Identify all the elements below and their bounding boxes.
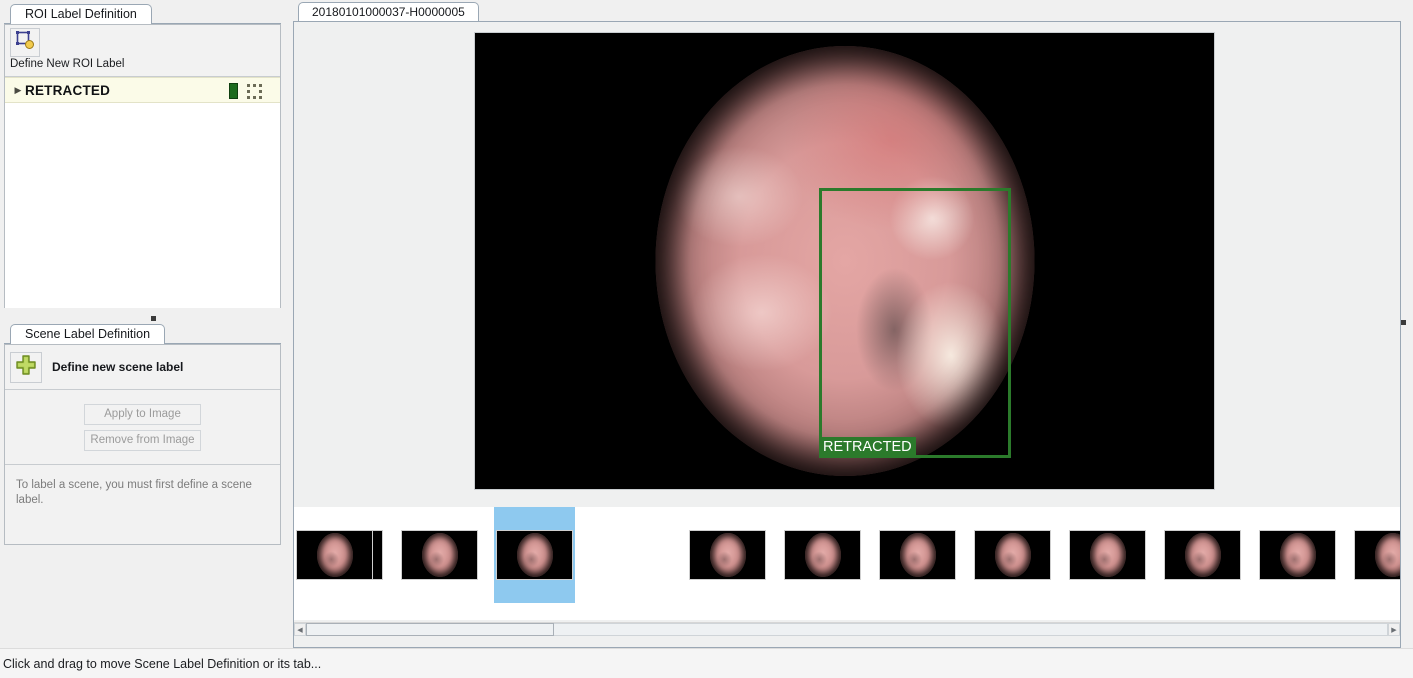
thumbnail-item[interactable] [1162,507,1243,603]
otoscope-thumb-disc [804,533,841,577]
define-new-scene-label-caption: Define new scene label [52,360,184,374]
roi-rectangle-add-icon [15,30,35,55]
tab-scene-label-definition[interactable]: Scene Label Definition [10,324,166,344]
right-splitter-grip[interactable] [1401,320,1406,325]
remove-from-image-button[interactable]: Remove from Image [84,429,201,451]
label-color-swatch[interactable] [229,83,238,99]
otoscope-thumb-disc [316,533,353,577]
image-labeler-window: ROI Label Definition Define New ROI Labe… [0,0,1413,678]
otoscope-thumb-disc [1089,533,1126,577]
thumbnail-image [1354,530,1400,580]
otoscope-thumb-disc [899,533,936,577]
otoscope-thumb-disc [994,533,1031,577]
define-new-roi-label-button[interactable] [10,28,40,57]
left-dock-column: ROI Label Definition Define New ROI Labe… [0,0,289,648]
roi-toolbar: Define New ROI Label [5,25,280,77]
document-tabstrip: 20180101000037-H0000005 [293,0,1401,22]
thumbnail-image [784,530,861,580]
document-body: RETRACTED ◀ ▶ [293,21,1401,648]
roi-label-list: ▶ RETRACTED [5,77,280,308]
thumbnail-image [401,530,478,580]
thumbnail-image [974,530,1051,580]
define-new-roi-label-caption: Define New ROI Label [10,58,125,70]
roi-bounding-box[interactable]: RETRACTED [819,188,1011,458]
otoscope-thumb-disc [709,533,746,577]
thumbnail-item[interactable] [399,507,480,603]
thumbnail-item[interactable] [972,507,1053,603]
status-bar: Click and drag to move Scene Label Defin… [0,648,1413,678]
scene-panel-body: Define new scene label Apply to Image Re… [4,344,281,545]
thumbnail-image [496,530,573,580]
roi-label-row-controls [229,83,262,99]
chevron-right-icon[interactable]: ▶ [5,85,25,96]
dashed-rectangle-roi-icon [247,83,262,99]
apply-to-image-button[interactable]: Apply to Image [84,403,201,425]
thumbnail-item-partial[interactable] [1352,507,1400,603]
scene-toolbar: Define new scene label [5,345,280,390]
image-canvas[interactable]: RETRACTED [474,32,1215,490]
thumbnail-image [1069,530,1146,580]
thumbnail-item[interactable] [1067,507,1148,603]
otoscope-thumb-disc [1184,533,1221,577]
image-viewer[interactable]: RETRACTED [294,22,1400,507]
scroll-right-arrow-icon[interactable]: ▶ [1388,623,1400,636]
roi-panel-body: Define New ROI Label ▶ RETRACTED [4,24,281,308]
scene-label-definition-panel: Scene Label Definition Define new scene … [4,323,281,545]
roi-box-label: RETRACTED [819,437,916,458]
thumbnail-image [296,530,373,580]
otoscope-thumb-disc [516,533,553,577]
thumbnail-item[interactable] [782,507,863,603]
thumbnail-image [1164,530,1241,580]
thumbnail-item[interactable] [294,507,375,603]
thumbnail-image [879,530,956,580]
otoscope-thumb-disc [1374,533,1400,577]
document-area: 20180101000037-H0000005 RETRACTED ◀ ▶ [293,0,1401,648]
tab-current-image[interactable]: 20180101000037-H0000005 [298,2,479,22]
horizontal-splitter-grip[interactable] [151,316,156,321]
status-message: Click and drag to move Scene Label Defin… [3,656,322,671]
tab-roi-label-definition[interactable]: ROI Label Definition [10,4,152,24]
thumbnail-image [689,530,766,580]
thumbnail-item[interactable] [877,507,958,603]
thumbnail-item-selected[interactable] [494,507,575,603]
scroll-left-arrow-icon[interactable]: ◀ [294,623,306,636]
roi-panel-tabstrip: ROI Label Definition [4,3,281,24]
thumbnail-image [1259,530,1336,580]
scrollbar-thumb[interactable] [306,623,554,636]
roi-label-row-retracted[interactable]: ▶ RETRACTED [5,77,280,103]
scene-action-buttons: Apply to Image Remove from Image [5,390,280,465]
filmstrip-horizontal-scrollbar[interactable]: ◀ ▶ [294,622,1400,636]
otoscope-thumb-disc [421,533,458,577]
scene-hint-text: To label a scene, you must first define … [5,465,280,544]
roi-label-name: RETRACTED [25,82,111,98]
green-plus-icon [15,354,37,381]
thumbnail-item[interactable] [1257,507,1338,603]
roi-label-definition-panel: ROI Label Definition Define New ROI Labe… [4,3,281,308]
otoscope-thumb-disc [1279,533,1316,577]
image-filmstrip[interactable] [294,507,1400,620]
define-new-scene-label-button[interactable] [10,351,42,383]
thumbnail-item[interactable] [687,507,768,603]
scene-panel-tabstrip: Scene Label Definition [4,323,281,344]
